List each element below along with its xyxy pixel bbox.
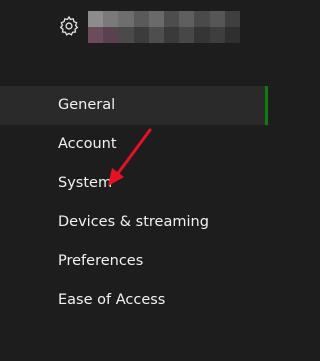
- profile-info-blurred: [88, 11, 240, 43]
- nav-item-devices-streaming[interactable]: Devices & streaming: [0, 203, 268, 242]
- nav-item-ease-of-access[interactable]: Ease of Access: [0, 281, 268, 320]
- settings-header: [0, 0, 268, 62]
- annotation-arrow-icon: [108, 128, 152, 186]
- gear-icon: [59, 15, 79, 36]
- nav-item-general[interactable]: General: [0, 86, 268, 125]
- nav-item-preferences[interactable]: Preferences: [0, 242, 268, 281]
